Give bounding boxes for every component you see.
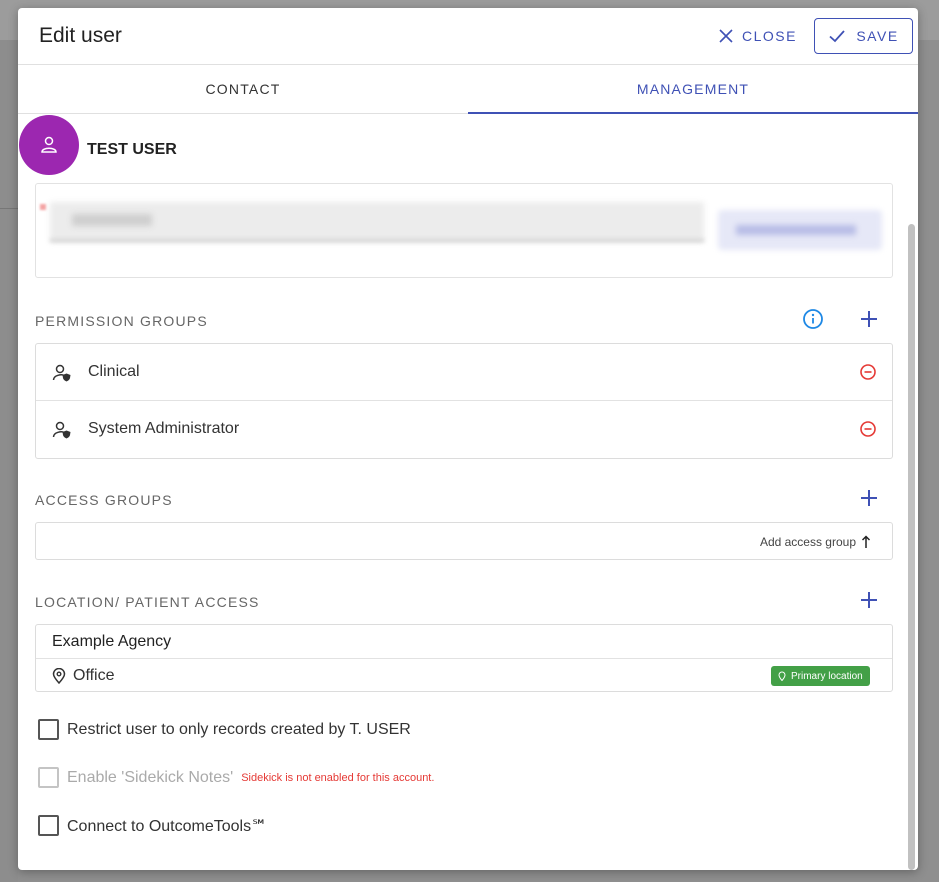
plus-icon (861, 311, 877, 327)
sidekick-notes-checkbox (38, 767, 59, 788)
redacted-button-text (736, 225, 856, 235)
permission-group-label: System Administrator (88, 420, 240, 437)
list-item: Clinical (36, 344, 892, 401)
remove-circle-icon[interactable] (859, 363, 877, 381)
restrict-records-option: Restrict user to only records created by… (38, 719, 411, 740)
location-access-label: LOCATION/ PATIENT ACCESS (35, 594, 260, 610)
remove-circle-icon[interactable] (859, 420, 877, 438)
plus-icon (861, 592, 877, 608)
outcome-tools-option: Connect to OutcomeTools℠ (38, 815, 267, 836)
redacted-field-text (72, 214, 152, 226)
background-left-fragment (0, 40, 18, 882)
user-icon (41, 136, 57, 153)
redacted-marker (40, 204, 46, 210)
save-button[interactable]: SAVE (814, 18, 913, 54)
add-access-group-label: Add access group (759, 535, 856, 549)
sidekick-warning-text: Sidekick is not enabled for this account… (241, 771, 435, 784)
access-groups-box: Add access group (35, 522, 893, 560)
permission-info-button[interactable] (800, 306, 826, 332)
user-header: TEST USER (18, 114, 918, 176)
redacted-email-section (35, 183, 893, 278)
sidekick-notes-option: Enable 'Sidekick Notes' Sidekick is not … (38, 767, 434, 788)
background-divider (0, 208, 18, 209)
user-name: TEST USER (87, 141, 177, 158)
badge-label: Primary location (791, 670, 863, 682)
permission-groups-list: Clinical System Administrator (35, 343, 893, 459)
avatar (19, 115, 79, 175)
location-box: Example Agency Office Primary location (35, 624, 893, 692)
restrict-records-label: Restrict user to only records created by… (67, 720, 411, 738)
dialog-header: Edit user CLOSE SAVE (18, 8, 918, 65)
add-access-group-link[interactable]: Add access group (760, 535, 872, 549)
permission-groups-label: PERMISSION GROUPS (35, 313, 208, 329)
tab-bar: CONTACT MANAGEMENT (18, 65, 918, 114)
sidekick-notes-label: Enable 'Sidekick Notes' (67, 768, 234, 786)
location-pin-icon (52, 668, 66, 684)
outcome-tools-checkbox[interactable] (38, 815, 59, 836)
location-pin-icon (778, 671, 786, 681)
scrollbar[interactable] (908, 224, 915, 870)
close-icon (719, 29, 733, 43)
outcome-tools-label: Connect to OutcomeTools℠ (67, 817, 268, 835)
restrict-records-checkbox[interactable] (38, 719, 59, 740)
list-item: System Administrator (36, 401, 892, 458)
close-label: CLOSE (742, 28, 797, 44)
redacted-field-underline (50, 239, 704, 242)
access-groups-label: ACCESS GROUPS (35, 492, 173, 508)
tab-management[interactable]: MANAGEMENT (468, 65, 918, 114)
plus-icon (861, 490, 877, 506)
location-row: Office Primary location (36, 658, 892, 692)
add-permission-group-button[interactable] (856, 306, 882, 332)
dialog-title: Edit user (39, 24, 122, 47)
add-location-button[interactable] (856, 587, 882, 613)
location-name: Office (73, 667, 115, 684)
arrow-up-icon (861, 535, 871, 548)
check-icon (829, 30, 846, 43)
edit-user-dialog: Edit user CLOSE SAVE CONTACT MANAGEMENT … (18, 8, 918, 870)
user-shield-icon (52, 364, 71, 382)
add-access-group-button[interactable] (856, 485, 882, 511)
tab-contact[interactable]: CONTACT (18, 65, 468, 113)
info-icon (803, 309, 823, 329)
save-label: SAVE (856, 28, 899, 44)
close-button[interactable]: CLOSE (718, 18, 810, 54)
user-shield-icon (52, 421, 71, 439)
permission-group-label: Clinical (88, 363, 140, 380)
primary-location-badge: Primary location (771, 666, 870, 686)
agency-name: Example Agency (52, 633, 172, 650)
